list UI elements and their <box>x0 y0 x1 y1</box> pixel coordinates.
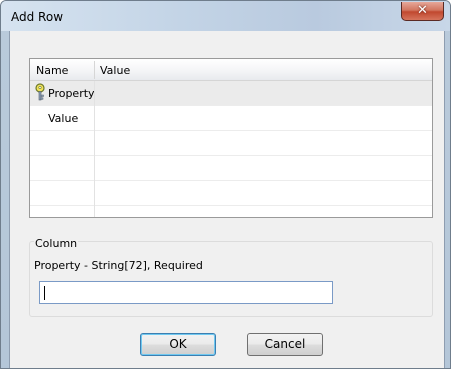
column-group-title: Column <box>34 237 79 250</box>
grid-cell-name: Value <box>48 112 79 125</box>
close-button[interactable]: ✕ <box>401 2 444 21</box>
grid-row-value[interactable]: Value <box>30 106 432 131</box>
grid-empty-row <box>30 156 432 181</box>
add-row-dialog: Add Row ✕ Name Value Property Value Colu… <box>0 0 451 369</box>
dialog-body: Name Value Property Value Column Propert… <box>9 31 445 368</box>
cancel-button[interactable]: Cancel <box>247 333 323 356</box>
column-value-input[interactable] <box>39 281 333 304</box>
grid-row-property[interactable]: Property <box>30 81 432 106</box>
grid-column-divider <box>94 81 95 217</box>
grid-empty-row <box>30 131 432 156</box>
title-bar[interactable]: Add Row ✕ <box>1 1 450 31</box>
column-header-value[interactable]: Value <box>100 64 130 77</box>
property-grid: Name Value Property Value <box>29 58 433 218</box>
column-header-name[interactable]: Name <box>36 64 68 77</box>
key-icon <box>35 83 45 101</box>
ok-button[interactable]: OK <box>140 333 216 356</box>
grid-header: Name Value <box>30 59 432 81</box>
column-description: Property - String[72], Required <box>34 259 203 272</box>
column-divider[interactable] <box>94 61 95 79</box>
column-groupbox <box>29 241 433 317</box>
window-title: Add Row <box>11 10 64 24</box>
grid-empty-row <box>30 181 432 206</box>
text-caret <box>44 286 45 300</box>
close-icon: ✕ <box>417 3 428 18</box>
grid-cell-name: Property <box>48 87 95 100</box>
